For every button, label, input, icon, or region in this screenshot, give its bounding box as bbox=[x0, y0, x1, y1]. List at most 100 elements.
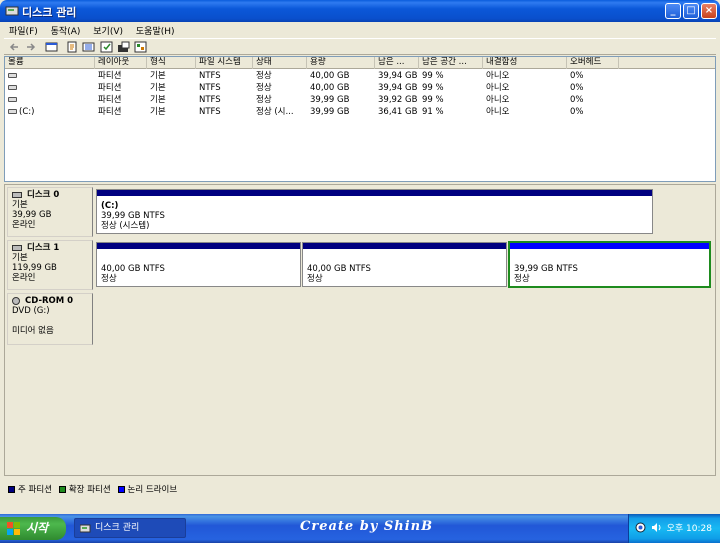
disk-management-icon bbox=[5, 6, 19, 16]
disk-type: 기본 bbox=[12, 200, 28, 210]
watermark: Create by ShinB bbox=[300, 519, 434, 534]
partition[interactable]: (C:) 39,99 GB NTFS 정상 (시스템) bbox=[96, 189, 653, 234]
vol-fault-tolerance: 아니오 bbox=[486, 95, 510, 105]
maximize-button[interactable]: □ bbox=[683, 3, 699, 19]
vol-free: 36,41 GB bbox=[378, 107, 418, 117]
disk-name: 디스크 0 bbox=[27, 190, 60, 200]
disk-size: 39,99 GB bbox=[12, 210, 52, 220]
disk-status: 온라인 bbox=[12, 273, 36, 283]
volume-row[interactable]: 파티션 기본 NTFS 정상 39,99 GB 39,92 GB 99 % 아니… bbox=[5, 94, 715, 106]
partition-status: 정상 bbox=[307, 274, 323, 284]
col-header-capacity[interactable]: 용량 bbox=[307, 57, 375, 69]
partition[interactable]: 40,00 GB NTFS 정상 bbox=[302, 242, 507, 287]
vol-capacity: 39,99 GB bbox=[310, 95, 350, 105]
windows-logo-icon bbox=[7, 522, 20, 535]
partition-status: 정상 (시스템) bbox=[101, 221, 150, 231]
close-button[interactable]: × bbox=[701, 3, 717, 19]
vol-type: 기본 bbox=[150, 107, 166, 117]
vol-layout: 파티션 bbox=[98, 95, 122, 105]
disk-label[interactable]: 디스크 1 기본 119,99 GB 온라인 bbox=[7, 240, 93, 290]
vol-filesystem: NTFS bbox=[199, 83, 221, 93]
primary-partition-bar bbox=[97, 243, 300, 249]
vol-free: 39,94 GB bbox=[378, 71, 418, 81]
menu-action[interactable]: 동작(A) bbox=[46, 22, 86, 39]
drive-icon bbox=[8, 73, 17, 78]
partition-size: 39,99 GB NTFS bbox=[101, 211, 165, 221]
vol-free-percent: 99 % bbox=[422, 95, 444, 105]
col-header-layout[interactable]: 레이아웃 bbox=[95, 57, 147, 69]
partition-selected[interactable]: 39,99 GB NTFS 정상 bbox=[508, 241, 711, 288]
col-header-volume[interactable]: 볼륨 bbox=[5, 57, 95, 69]
logical-drive-bar bbox=[510, 243, 709, 249]
taskbar: 시작 디스크 관리 Create by ShinB 오후 10:28 bbox=[0, 514, 720, 543]
vol-capacity: 39,99 GB bbox=[310, 107, 350, 117]
volume-icon[interactable] bbox=[651, 522, 662, 533]
cdrom-icon bbox=[12, 296, 20, 305]
col-header-fault-tolerance[interactable]: 내결함성 bbox=[483, 57, 567, 69]
legend-extended: 확장 파티션 bbox=[58, 483, 111, 495]
partition-size: 40,00 GB NTFS bbox=[101, 264, 165, 274]
menu-help[interactable]: 도움말(H) bbox=[131, 22, 180, 39]
vol-overhead: 0% bbox=[570, 83, 584, 93]
vol-layout: 파티션 bbox=[98, 107, 122, 117]
vol-filesystem: NTFS bbox=[199, 71, 221, 81]
vol-overhead: 0% bbox=[570, 95, 584, 105]
vol-free-percent: 99 % bbox=[422, 71, 444, 81]
list-icon[interactable] bbox=[82, 41, 95, 53]
toolbar bbox=[4, 38, 716, 55]
console-icon[interactable] bbox=[45, 41, 58, 53]
volume-list[interactable]: 볼륨 레이아웃 형식 파일 시스템 상태 용량 남은 ... 남은 공간 ...… bbox=[4, 56, 716, 182]
volume-row[interactable]: (C:) 파티션 기본 NTFS 정상 (시... 39,99 GB 36,41… bbox=[5, 106, 715, 118]
col-header-free[interactable]: 남은 ... bbox=[375, 57, 419, 69]
legend-swatch bbox=[117, 486, 125, 493]
vol-overhead: 0% bbox=[570, 71, 584, 81]
partition[interactable]: 40,00 GB NTFS 정상 bbox=[96, 242, 301, 287]
vol-status: 정상 bbox=[256, 83, 272, 93]
menu-file[interactable]: 파일(F) bbox=[4, 22, 43, 39]
disk-status: 온라인 bbox=[12, 220, 36, 230]
vol-fault-tolerance: 아니오 bbox=[486, 71, 510, 81]
taskbar-window-label: 디스크 관리 bbox=[95, 523, 140, 533]
settings-icon[interactable] bbox=[134, 41, 147, 53]
clock[interactable]: 오후 10:28 bbox=[667, 521, 712, 534]
properties-icon[interactable] bbox=[66, 41, 79, 53]
disk-label[interactable]: CD-ROM 0 DVD (G:) 미디어 없음 bbox=[7, 293, 93, 345]
col-header-filesystem[interactable]: 파일 시스템 bbox=[196, 57, 253, 69]
legend: 주 파티션 확장 파티션 논리 드라이브 bbox=[4, 483, 716, 497]
col-header-overhead[interactable]: 오버헤드 bbox=[567, 57, 619, 69]
vol-type: 기본 bbox=[150, 83, 166, 93]
vol-layout: 파티션 bbox=[98, 71, 122, 81]
col-header-status[interactable]: 상태 bbox=[253, 57, 307, 69]
window-title: 디스크 관리 bbox=[22, 6, 77, 19]
export-icon[interactable] bbox=[117, 41, 130, 53]
forward-icon[interactable] bbox=[24, 41, 37, 53]
vol-name: (C:) bbox=[19, 107, 35, 117]
vol-filesystem: NTFS bbox=[199, 107, 221, 117]
col-header-free-percent[interactable]: 남은 공간 ... bbox=[419, 57, 483, 69]
vol-free: 39,92 GB bbox=[378, 95, 418, 105]
volume-row[interactable]: 파티션 기본 NTFS 정상 40,00 GB 39,94 GB 99 % 아니… bbox=[5, 82, 715, 94]
vol-type: 기본 bbox=[150, 71, 166, 81]
col-header-type[interactable]: 형식 bbox=[147, 57, 196, 69]
minimize-button[interactable]: _ bbox=[665, 3, 681, 19]
back-icon[interactable] bbox=[8, 41, 21, 53]
disk-size: 119,99 GB bbox=[12, 263, 57, 273]
disk-map: 디스크 0 기본 39,99 GB 온라인 (C:) 39,99 GB NTFS… bbox=[4, 184, 716, 476]
network-icon[interactable] bbox=[635, 522, 646, 533]
vol-fault-tolerance: 아니오 bbox=[486, 83, 510, 93]
volume-list-header: 볼륨 레이아웃 형식 파일 시스템 상태 용량 남은 ... 남은 공간 ...… bbox=[5, 57, 715, 69]
title-bar[interactable]: 디스크 관리 _ □ × bbox=[0, 0, 720, 22]
disk-status: 미디어 없음 bbox=[12, 326, 54, 336]
disk-label[interactable]: 디스크 0 기본 39,99 GB 온라인 bbox=[7, 187, 93, 237]
taskbar-window-button[interactable]: 디스크 관리 bbox=[74, 518, 186, 538]
menu-view[interactable]: 보기(V) bbox=[88, 22, 128, 39]
partition-size: 39,99 GB NTFS bbox=[514, 264, 578, 274]
legend-logical: 논리 드라이브 bbox=[117, 483, 177, 495]
vol-fault-tolerance: 아니오 bbox=[486, 107, 510, 117]
vol-free: 39,94 GB bbox=[378, 83, 418, 93]
start-label: 시작 bbox=[26, 521, 49, 535]
vol-layout: 파티션 bbox=[98, 83, 122, 93]
volume-row[interactable]: 파티션 기본 NTFS 정상 40,00 GB 39,94 GB 99 % 아니… bbox=[5, 70, 715, 82]
help-icon[interactable] bbox=[100, 41, 113, 53]
start-button[interactable]: 시작 bbox=[0, 517, 66, 540]
